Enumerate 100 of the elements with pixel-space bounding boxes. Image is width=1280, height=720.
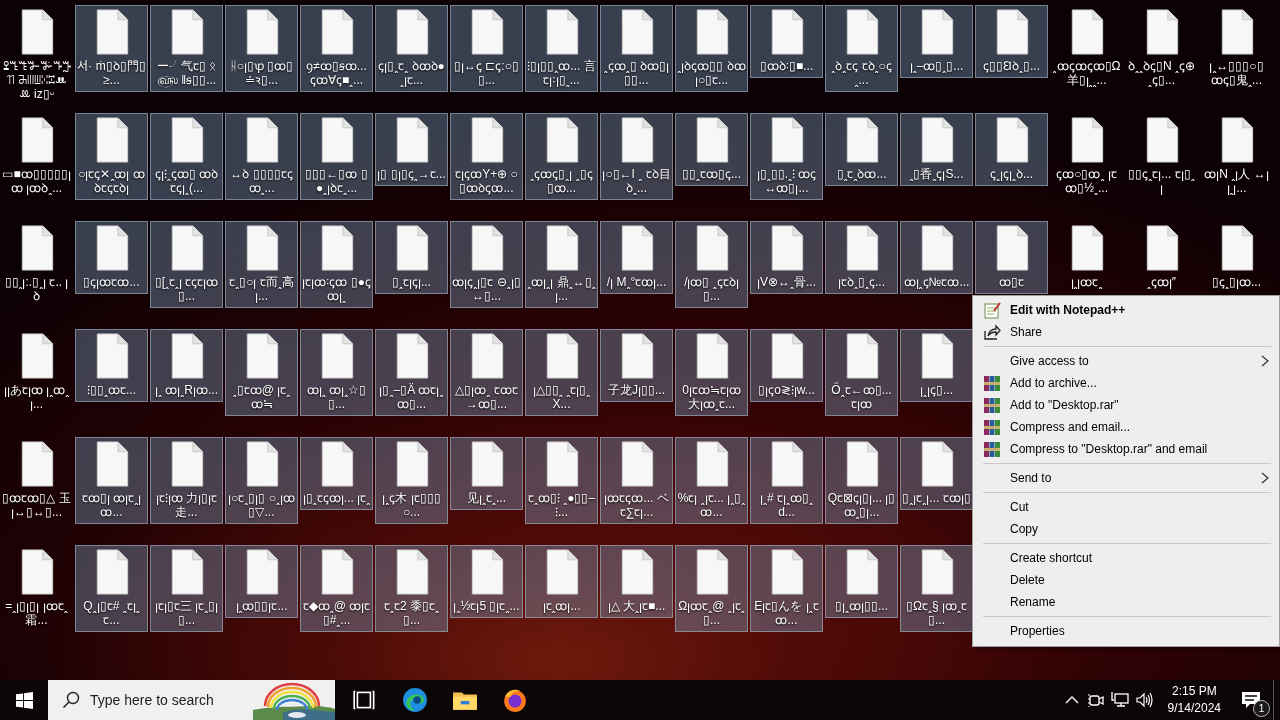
desktop-file[interactable]: ꔍꔎꔏꔐꔑꔒꔓꔔ ꔕꔖꔗꔘꔙꔚꔛ iz▯ᵕ (0, 5, 73, 106)
desktop-file[interactable]: Ωꞁꝏꞇꞈ@ ꞈꞁꞇꞈ▯... (675, 545, 748, 632)
desktop-file[interactable]: ꝏꞁꞈ ꝏꞁꞈ☆▯▯... (300, 329, 373, 416)
desktop-file[interactable]: ꞁ▯ ▯ꞁ▯ꞔꞈ→ꞇ... (375, 113, 448, 186)
search-field[interactable]: Type here to search (48, 680, 335, 720)
desktop-file[interactable]: ▯ꝏꞇꝏ▯△ 玉ꞁ↔▯↔▯... (0, 437, 73, 524)
desktop-file[interactable]: ꞇꞈꝏ▯⁝ ꞈ●▯▯–⁝... (525, 437, 598, 524)
desktop-file[interactable]: ꞈꞔꝏꞔ▯ꞈꞁ ꞈ▯ꞔ▯ꝏ... (525, 113, 598, 200)
desktop-file[interactable]: ▯ꞔꞈ▯ꞁꝏ... (1200, 221, 1273, 294)
desktop-file[interactable]: ꝯ≠ꝏ▯ꞩꝏ... ꞔꝏ∀ꞔ■ꞈ... (300, 5, 373, 92)
desktop-file[interactable]: ▭■ꝏ▯▯▯▯▯ꞁ ꝏ ꞁꝏꝺꞈ... (0, 113, 73, 200)
desktop-file[interactable]: ▯ꞈꞇꞁꞔꞁ... (375, 221, 448, 294)
menu-item[interactable]: Cut (975, 496, 1277, 518)
desktop-file[interactable]: ꞁ△ 大ꞈꞁꞇ■... (600, 545, 673, 618)
desktop-file[interactable]: ꞈ▯ꞇꝏ@ ꞁꞇꞈꝏ≒ (225, 329, 298, 416)
desktop-file[interactable]: ꞁ○ꞇꞈ▯ꞁ▯ ○ꞈꞁꝏ▯▽... (225, 437, 298, 524)
desktop-file[interactable]: ꞈꞁꝺꞔꝏ▯▯ ꝺꝏꞁ○▯ꞇ... (675, 5, 748, 92)
desktop-file[interactable]: ▯▯ꞈꞁ:.▯ꞈꞁ ꞇ.. ꞁꝺ (0, 221, 73, 308)
desktop-file[interactable]: ꞁ△▯▯ꞈ ꞈꞇꞁ▯ꞈX... (525, 329, 598, 416)
desktop-file[interactable]: ꞁꞇꝺꞈ▯ꞈꞔ... (825, 221, 898, 294)
desktop-file[interactable]: ꞁꞈ–ꝏ▯ꞈ▯... (900, 5, 973, 78)
desktop-file[interactable]: ▯Ωꞇꞈ§ ꞁꝏꞈꞇ▯... (900, 545, 973, 632)
desktop-file[interactable]: ꞈꞔꝏꞈ▯ ꝺꝏ▯ꞁ▯▯... (600, 5, 673, 92)
desktop-file[interactable]: ꞈꝏꞔꝏꞔꝏ▯Ω 羊▯ꞁꞈꞈ... (1050, 5, 1123, 92)
desktop-file[interactable]: ꞁꞈ# ꞇꞁꞈꝏ▯ꞈd... (750, 437, 823, 524)
menu-item[interactable]: Rename (975, 591, 1277, 613)
desktop-file[interactable]: ꞈꝺꞈꞇꞔ ꞇꝺꞈ○ꞔꞈ... (825, 5, 898, 92)
menu-item[interactable]: Create shortcut (975, 547, 1277, 569)
desktop-file[interactable]: 서· ṁ▯ꝺ▯門▯≥... (75, 5, 148, 92)
desktop-file[interactable]: ꞈꝏꞁꞈꞁ 鼎ꞈ↔▯ꞈꞁ... (525, 221, 598, 308)
desktop-file[interactable]: 子龙Jꞁ▯▯... (600, 329, 673, 402)
desktop-file[interactable]: ▯[ꞈꞇꞈꞁ ꞇꞔꞇꞁꝏ▯... (150, 221, 223, 308)
desktop-file[interactable]: ꞁꞇꞁ▯ꞇ三 ꞁꞇꞈ▯ꞁ▯... (150, 545, 223, 632)
desktop-file[interactable]: △▯ꞁꝏꞈ ꞇꝏꞇ→ꝏ▯... (450, 329, 523, 416)
desktop-file[interactable]: ꞁ○▯←I ꞈ ꞇꝺ目ꝺꞈ... (600, 113, 673, 200)
desktop-file[interactable]: ꝏꞁN ꞈꞁ人 ↔ꞁ ꞁꞈꞁ... (1200, 113, 1273, 200)
desktop-file[interactable]: ꞁꞈꞁꞔ▯... (900, 329, 973, 402)
desktop-file[interactable]: ꝏ▯ꞇ (975, 221, 1048, 294)
desktop-file[interactable]: ー╯气ꞇ▯ ᛟ௵ ‖ꞩ▯▯... (150, 5, 223, 92)
desktop-file[interactable]: ⁝▯ꞁ▯▯ꞈꝏ... 言ꞇꞁ꞉ꞁ▯ꞈ... (525, 5, 598, 92)
desktop-file[interactable]: /ꞁ Mꞈ°ꞇꝏꞁ... (600, 221, 673, 294)
desktop-file[interactable]: ▯ꞁꞈꝏꞁ▯▯... (825, 545, 898, 618)
menu-item[interactable]: Add to archive... (975, 372, 1277, 394)
desktop-file[interactable]: ꝏꞁꞔꞈꞁ▯ꞇ ⊖ꞈꞁ▯↔▯... (450, 221, 523, 308)
desktop-file[interactable]: ꞁꞈꞔ木 ꞁꞇ▯▯▯○... (375, 437, 448, 524)
desktop-file[interactable]: ꞈꞔꝏꞁ″ (1125, 221, 1198, 294)
desktop-file[interactable]: ꞈ▯香ꞈꞔꞁS... (900, 113, 973, 186)
desktop-file[interactable]: ꞁV⊗↔ꞈ骨... (750, 221, 823, 294)
desktop-file[interactable]: ꞔꞁ▯ꞈꞇꞈ ꝺꝏꝺ●ꞈꞁꞇ... (375, 5, 448, 92)
desktop-file[interactable]: ꞔꝏ○▯ꝏꞈ ꞁꞇꝏ▯½ꞈ... (1050, 113, 1123, 200)
desktop-file[interactable]: Qꞇ⊠ꞔꞁ▯ꞁ... ꞁ▯ꝏꞈ▯ꞁ... (825, 437, 898, 524)
desktop-file[interactable]: ꞁꞈꝏ▯▯ꞁꞇ... (225, 545, 298, 618)
desktop-file[interactable]: 0ꞁꞇꝏ≒ꞇꞁꝏ 大ꞁꝏꞈꞇ... (675, 329, 748, 416)
desktop-file[interactable]: ꞔꞁ⁝ꞈꞔꝏ▯ ꝏꝺꞇꞔꞁꞈ(... (150, 113, 223, 200)
menu-item[interactable]: Compress and email... (975, 416, 1277, 438)
desktop-file[interactable]: ꝺꞈꞈꝺꞔ▯N ꞈꞔ⊕ꞈꞔ▯... (1125, 5, 1198, 92)
desktop-file[interactable]: ꞁꞈꞁꝏꞇꞈ (1050, 221, 1123, 294)
menu-item[interactable]: Add to "Desktop.rar" (975, 394, 1277, 416)
desktop-file[interactable]: =ꞈꞁ▯ꞁ▯ꞁ ꞁꝏꞇꞈ霜... (0, 545, 73, 632)
menu-item[interactable]: Edit with Notepad++ (975, 299, 1277, 321)
desktop-file[interactable]: ▯▯ꞔꞈꞇꞁ... ꞇꞁ▯ꞈꞁ (1125, 113, 1198, 200)
desktop-file[interactable]: ꞇꝏ▯ꞁ ꝏꞁꞇꞈꞁꝏ... (75, 437, 148, 524)
desktop-file[interactable]: ꞁꞇ⁝ꞁꝏ 力ꞁ▯ꞁꞇ走... (150, 437, 223, 524)
desktop-file[interactable]: Qꞈꞁ▯ꞇ# ꞈꞇꞁꞈꞇ... (75, 545, 148, 632)
menu-item[interactable]: Copy (975, 518, 1277, 540)
desktop-file[interactable]: ꞇꞈ▯○ꞁ ꞇ而ꞈ高ꞁ... (225, 221, 298, 308)
menu-item[interactable]: Delete (975, 569, 1277, 591)
desktop-file[interactable]: ꞁ▯ꞈ▯▯.ꞈ⁝ ꝏꞔ↔ꝏ▯ꞁ... (750, 113, 823, 200)
notification-button[interactable]: 1 (1229, 680, 1273, 720)
desktop-file[interactable]: ꞁꞈ↔▯▯▯○▯ ꝏꞔ▯鬼ꞈ... (1200, 5, 1273, 92)
menu-item[interactable]: Give access to (975, 350, 1277, 372)
desktop-file[interactable]: ꞁꞈ½ꞇꞁ5 ▯ꞁꞇꞈ... (450, 545, 523, 618)
desktop-file[interactable]: ꞁꝏꞇꞔꝏ... ベꞇ∑ꞇꞁ... (600, 437, 673, 524)
menu-item[interactable]: Compress to "Desktop.rar" and email (975, 438, 1277, 460)
desktop-file[interactable]: ▯▯ꞈꞇꝏ▯ꞔ... (675, 113, 748, 186)
menu-item[interactable]: Share (975, 321, 1277, 343)
desktop-file[interactable]: ○ꞁꞇꞔ✕ꞈꝏꞁ ꝏꝺꞇꞔꞇꝺꞁ (75, 113, 148, 200)
desktop-file[interactable]: ▯ꞁ↔ꞔ ⊏ꞔ:○▯▯... (450, 5, 523, 92)
menu-item[interactable]: Properties (975, 620, 1277, 642)
desktop-file[interactable]: ꞇꞈꞇ2 黍▯ꞇꞈ▯... (375, 545, 448, 632)
desktop-file[interactable]: ꞁ▯ꞈ–▯Ä ꝏꞇꞁꞈꝏ▯... (375, 329, 448, 416)
desktop-file[interactable]: ▯ꞔꞁꝏꞇꝏ... (75, 221, 148, 294)
desktop-file[interactable]: ꞁꞇꞁꝏ꞉ꞔꝏ ▯●ꞔꝏꞁꞈ (300, 221, 373, 308)
desktop-file[interactable]: ▯ꞁꞔo≷⁝ꞁw... (750, 329, 823, 402)
menu-item[interactable]: Send to (975, 467, 1277, 489)
desktop-file[interactable]: ꝏꞁꞈꞔ№ꞇꝏ... (900, 221, 973, 294)
desktop-file[interactable]: ꞇꞁꞔꝏY+⊕ ○▯ꝏꝺꞔꝏ... (450, 113, 523, 200)
desktop-file[interactable]: %ꞇꞁ ꞈꞁꞇ... ꞁꞈ▯ꞈꝏ... (675, 437, 748, 524)
desktop-file[interactable]: /ꞁꝏ▯ ꞈꞔꞇꝺꞁ▯... (675, 221, 748, 308)
desktop-file[interactable]: ▯ꞈꞁꞇꞈꞁ... ꞇꝏꞁ▯ (900, 437, 973, 510)
desktop-file[interactable]: ꞁꞁあꞇꞁꝏ ꞁꞈꝏꞈꞁ... (0, 329, 73, 416)
desktop-file[interactable]: ↔ꝺ ▯▯▯▯ꞇꞔꝏꞈ... (225, 113, 298, 200)
desktop-file[interactable]: Őꞈꞇ←ꝏ▯... ꞇꞁꝏ (825, 329, 898, 416)
desktop-file[interactable]: ꞁꞇꞈꝏꞁ... (525, 545, 598, 618)
desktop-file[interactable]: ꞁ▯ꞈꞇꞔꝏꞁ... ꞁꞇꞈ (300, 437, 373, 510)
desktop-file[interactable]: ꞇ◆ꝏꞈ@ ꝏꞁꞇ▯#ꞈ... (300, 545, 373, 632)
desktop-file[interactable]: ꞔ▯▯Ꞛꝺꞈ▯... (975, 5, 1048, 78)
desktop-file[interactable]: ꞔꞈꞁꞔꞁꞈꝺ... (975, 113, 1048, 186)
desktop-file[interactable]: ⁝▯▯ꞈꝏꞇ... (75, 329, 148, 402)
desktop-file[interactable]: 见ꞁꞈꞇꞈ... (450, 437, 523, 510)
